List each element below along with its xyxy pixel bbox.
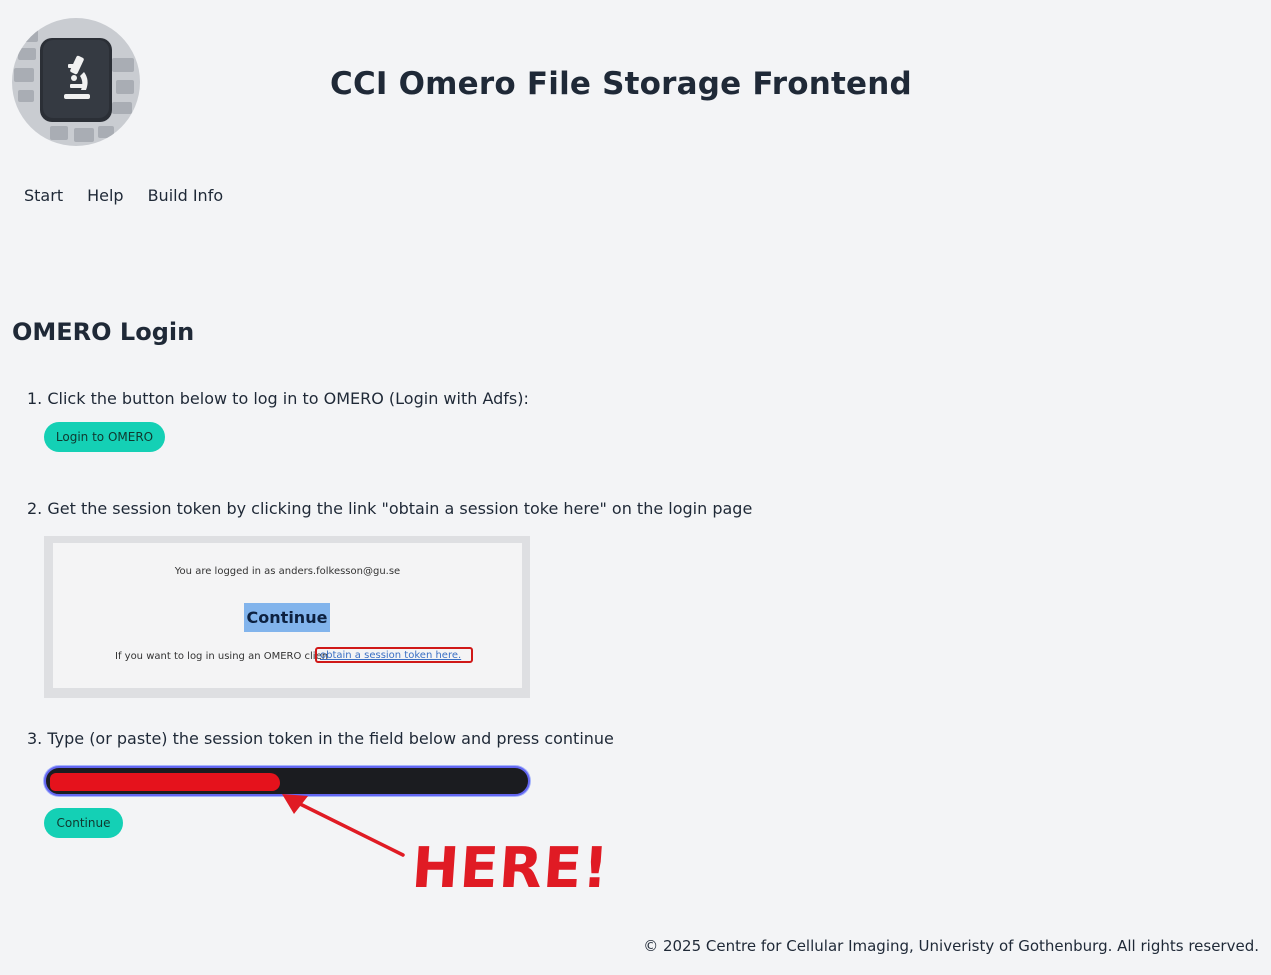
screenshot-panel: You are logged in as anders.folkesson@gu… <box>53 543 522 688</box>
screenshot-client-text: If you want to log in using an OMERO cli… <box>115 651 329 662</box>
page-title: OMERO Login <box>12 318 195 346</box>
step-1-text: 1. Click the button below to log in to O… <box>27 389 529 408</box>
main-nav: Start Help Build Info <box>24 186 223 205</box>
login-page-screenshot: You are logged in as anders.folkesson@gu… <box>44 536 530 698</box>
nav-item-start[interactable]: Start <box>24 186 63 205</box>
microscope-icon <box>12 18 140 146</box>
footer-copyright: © 2025 Centre for Cellular Imaging, Univ… <box>643 937 1259 955</box>
app-title: CCI Omero File Storage Frontend <box>330 66 912 102</box>
nav-item-build-info[interactable]: Build Info <box>148 186 224 205</box>
login-to-omero-button[interactable]: Login to OMERO <box>44 422 165 452</box>
continue-button[interactable]: Continue <box>44 808 123 838</box>
step-3-text: 3. Type (or paste) the session token in … <box>27 729 614 748</box>
screenshot-token-link-highlight: obtain a session token here. <box>315 647 473 663</box>
screenshot-logged-in-text: You are logged in as anders.folkesson@gu… <box>174 566 401 577</box>
annotation-here-text: HERE! <box>409 836 612 901</box>
redaction-mark <box>50 773 280 791</box>
nav-item-help[interactable]: Help <box>87 186 123 205</box>
app-logo <box>12 18 140 146</box>
step-2-text: 2. Get the session token by clicking the… <box>27 499 753 518</box>
annotation-arrow-icon <box>282 794 405 857</box>
screenshot-continue-button: Continue <box>244 603 330 632</box>
